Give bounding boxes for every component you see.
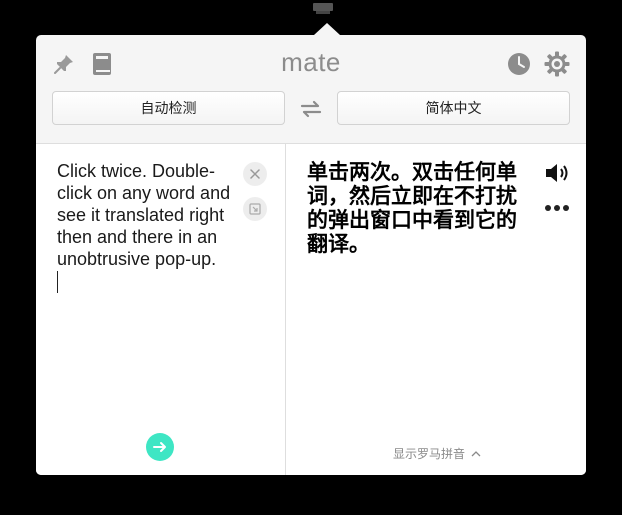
speaker-icon[interactable] [544,161,572,185]
history-icon[interactable] [506,51,532,77]
popover-caret [314,23,340,35]
translator-popover: mate 自动检测 简体中文 Click twice. Double-click… [36,35,586,475]
source-text-input[interactable]: Click twice. Double-click on any word an… [57,160,238,300]
text-cursor [57,271,58,293]
menubar-app-icon[interactable] [312,2,336,16]
close-icon [250,169,260,179]
gear-icon[interactable] [544,51,570,77]
swap-icon[interactable] [299,98,323,120]
show-romanization-toggle[interactable]: 显示罗马拼音 [393,445,481,462]
arrow-right-icon [153,442,166,452]
chevron-up-icon [471,451,481,457]
source-language-button[interactable]: 自动检测 [52,91,285,125]
toolbar: mate 自动检测 简体中文 [36,35,586,143]
romanization-label: 显示罗马拼音 [393,447,466,461]
pane-divider [285,144,286,475]
paste-button[interactable] [243,197,267,221]
more-icon[interactable] [544,204,570,212]
paste-icon [249,203,261,215]
translate-button[interactable] [146,433,174,461]
clear-button[interactable] [243,162,267,186]
translation-output: 单击两次。双击任何单词，然后立即在不打扰的弹出窗口中看到它的翻译。 [307,160,517,256]
target-language-button[interactable]: 简体中文 [337,91,570,125]
translation-area: Click twice. Double-click on any word an… [36,143,586,475]
app-title: mate [281,47,341,77]
